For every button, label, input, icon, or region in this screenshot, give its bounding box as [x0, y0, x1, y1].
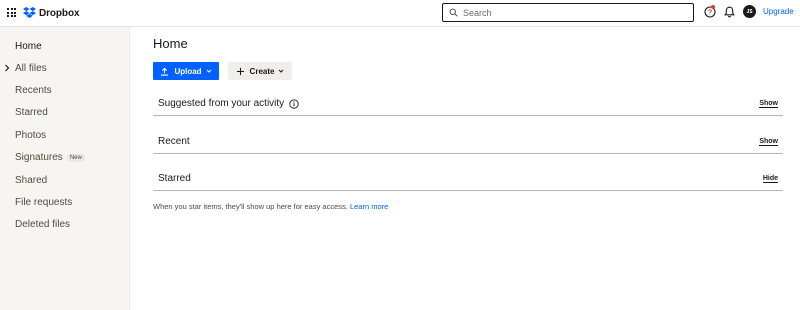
search-icon [449, 8, 458, 17]
starred-empty-message: When you star items, they'll show up her… [153, 202, 388, 211]
sidebar-item-shared[interactable]: Shared [15, 175, 47, 186]
create-button[interactable]: Create [228, 62, 292, 80]
sidebar-item-label: Photos [15, 130, 47, 141]
svg-text:?: ? [708, 10, 712, 17]
chevron-right-icon[interactable] [4, 64, 10, 72]
create-label: Create [249, 66, 275, 76]
sidebar-item-label: Signatures [15, 152, 63, 163]
section-recent: Recent Show [153, 134, 783, 154]
info-icon[interactable] [289, 98, 299, 109]
avatar[interactable]: JS [743, 5, 756, 18]
bell-icon[interactable] [724, 6, 735, 18]
section-title: Recent [158, 136, 190, 147]
sidebar-item-recents[interactable]: Recents [15, 85, 52, 96]
plus-icon [236, 67, 244, 75]
section-title-text: Starred [158, 173, 191, 184]
sidebar-item-label: Shared [15, 175, 48, 186]
page-title: Home [153, 36, 188, 51]
sidebar-item-label: Home [15, 41, 42, 52]
upgrade-link[interactable]: Upgrade [763, 7, 794, 16]
learn-more-link[interactable]: Learn more [350, 202, 388, 211]
sidebar-item-signatures[interactable]: Signatures New [15, 152, 85, 163]
notification-dot [711, 5, 715, 9]
sidebar-item-photos[interactable]: Photos [15, 130, 46, 141]
upload-button[interactable]: Upload [153, 62, 219, 80]
section-title: Suggested from your activity [158, 98, 299, 109]
show-button[interactable]: Show [759, 138, 778, 146]
upload-label: Upload [174, 66, 202, 76]
search-input[interactable] [463, 7, 683, 18]
dropbox-logo-icon [23, 7, 36, 18]
sidebar-item-deleted-files[interactable]: Deleted files [15, 219, 70, 230]
top-bar: Dropbox ? JS Upgrade [0, 0, 800, 27]
sidebar-item-label: Deleted files [15, 219, 71, 230]
section-starred: Starred Hide [153, 171, 783, 191]
hide-button[interactable]: Hide [762, 175, 778, 183]
show-button[interactable]: Show [759, 100, 778, 108]
dropbox-logo[interactable]: Dropbox [23, 5, 80, 21]
chevron-down-icon [206, 69, 211, 73]
chevron-down-icon [279, 69, 284, 73]
sidebar-item-all-files[interactable]: All files [15, 63, 47, 74]
new-badge: New [66, 153, 85, 162]
sidebar: Home All files Recents Starred Photos Si… [0, 27, 130, 310]
search-box[interactable] [442, 3, 694, 22]
sidebar-item-label: All files [15, 63, 47, 74]
app-grid-icon[interactable] [7, 8, 16, 17]
upload-icon [161, 67, 169, 76]
sidebar-item-file-requests[interactable]: File requests [15, 197, 72, 208]
brand-name: Dropbox [39, 7, 80, 19]
section-title-text: Recent [158, 136, 190, 147]
empty-message-text: When you star items, they'll show up her… [153, 202, 348, 211]
section-suggested: Suggested from your activity Show [153, 96, 783, 116]
sidebar-item-label: Starred [15, 107, 48, 118]
sidebar-item-label: Recents [15, 85, 52, 96]
sidebar-item-label: File requests [15, 197, 73, 208]
section-title: Starred [158, 173, 191, 184]
section-title-text: Suggested from your activity [158, 98, 285, 109]
sidebar-item-starred[interactable]: Starred [15, 107, 48, 118]
sidebar-item-home[interactable]: Home [15, 41, 42, 52]
